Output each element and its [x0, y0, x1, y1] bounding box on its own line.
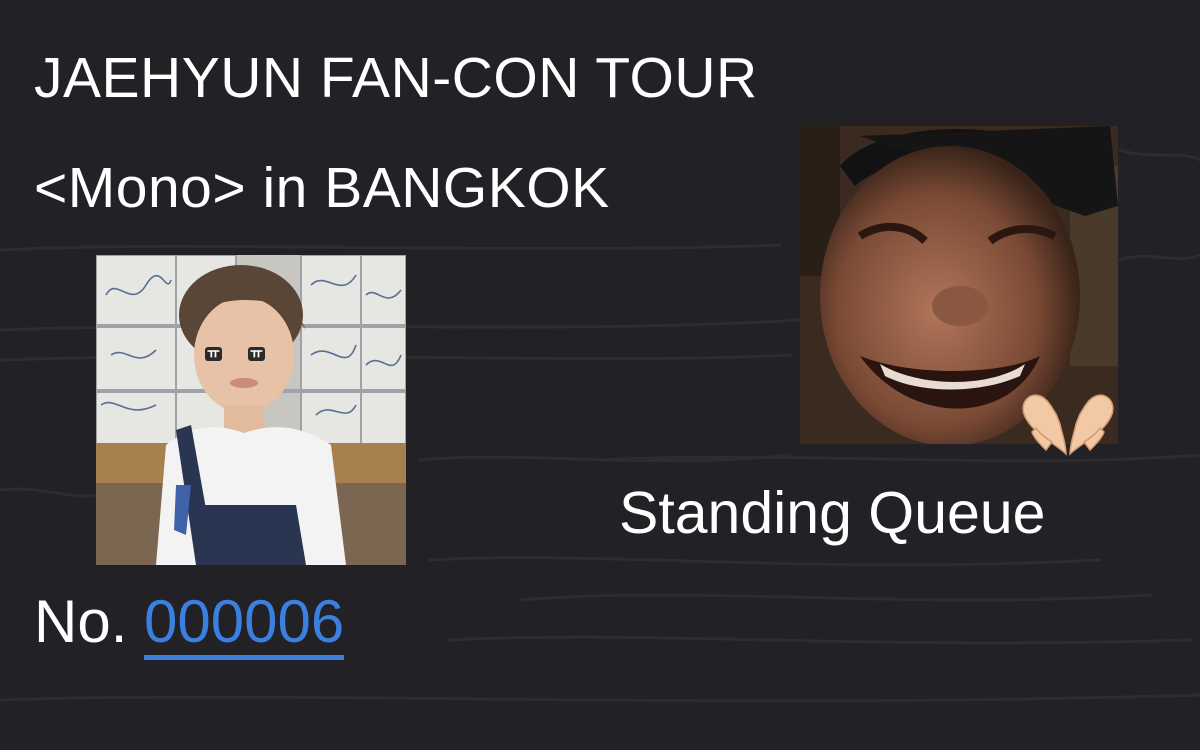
ticket-screen: JAEHYUN FAN-CON TOUR <Mono> in BANGKOK ㅠ…	[0, 0, 1200, 750]
title-line-2: <Mono> in BANGKOK	[34, 156, 610, 220]
crying-eye-sticker-right: ㅠ	[248, 346, 265, 362]
standing-queue-label: Standing Queue	[619, 480, 1046, 546]
crying-eye-sticker-left: ㅠ	[205, 346, 222, 362]
jaehyun-photo-left	[96, 255, 406, 565]
number-prefix: No.	[34, 588, 128, 655]
title-line-1: JAEHYUN FAN-CON TOUR	[34, 46, 758, 110]
queue-number-row: No. 000006	[34, 588, 345, 660]
queue-number-link[interactable]: 000006	[144, 588, 345, 660]
heart-hands-icon	[1022, 394, 1114, 456]
